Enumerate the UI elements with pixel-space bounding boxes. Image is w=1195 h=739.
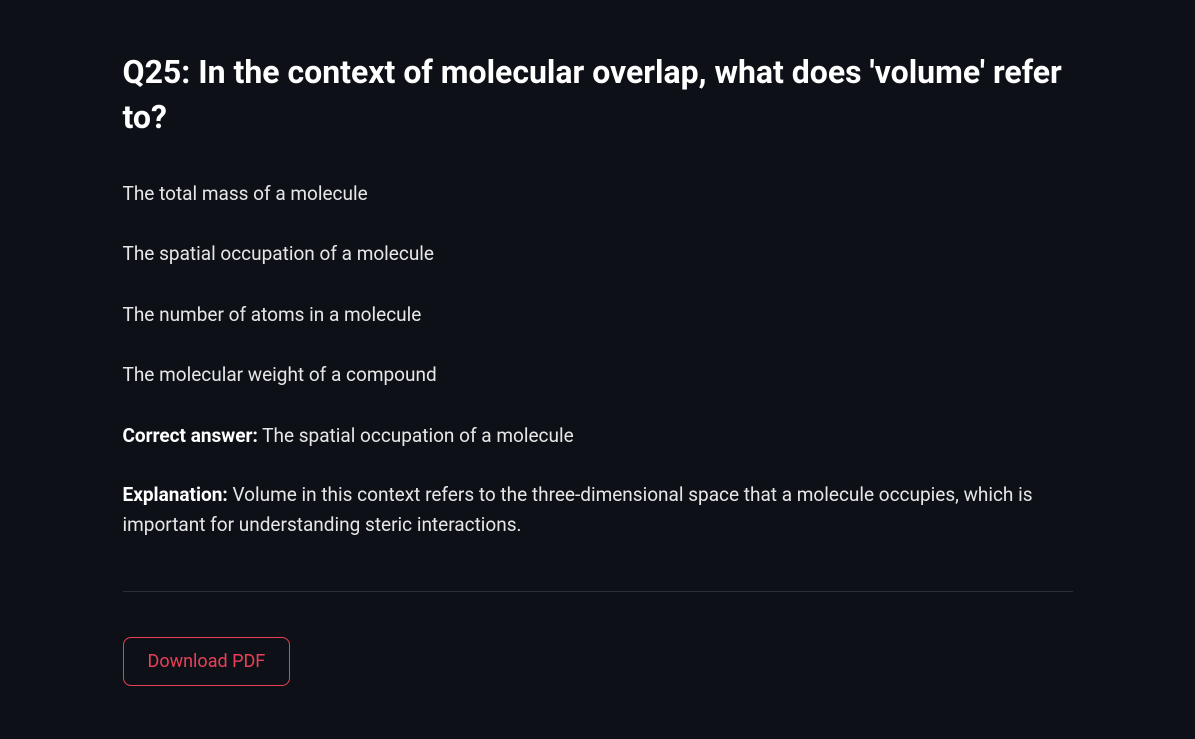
question-container: Q25: In the context of molecular overlap… [123, 40, 1073, 686]
option-3: The number of atoms in a molecule [123, 301, 1073, 330]
correct-answer-text: The spatial occupation of a molecule [262, 424, 574, 447]
download-pdf-button[interactable]: Download PDF [123, 637, 291, 686]
option-2: The spatial occupation of a molecule [123, 240, 1073, 269]
explanation-label: Explanation: [123, 483, 228, 506]
option-1: The total mass of a molecule [123, 180, 1073, 209]
correct-answer-row: Correct answer: The spatial occupation o… [123, 422, 1073, 451]
explanation-text: Volume in this context refers to the thr… [123, 483, 1033, 536]
correct-answer-label: Correct answer: [123, 424, 258, 447]
question-title: Q25: In the context of molecular overlap… [123, 50, 1073, 140]
option-4: The molecular weight of a compound [123, 361, 1073, 390]
divider [123, 591, 1073, 592]
explanation-row: Explanation: Volume in this context refe… [123, 480, 1073, 541]
